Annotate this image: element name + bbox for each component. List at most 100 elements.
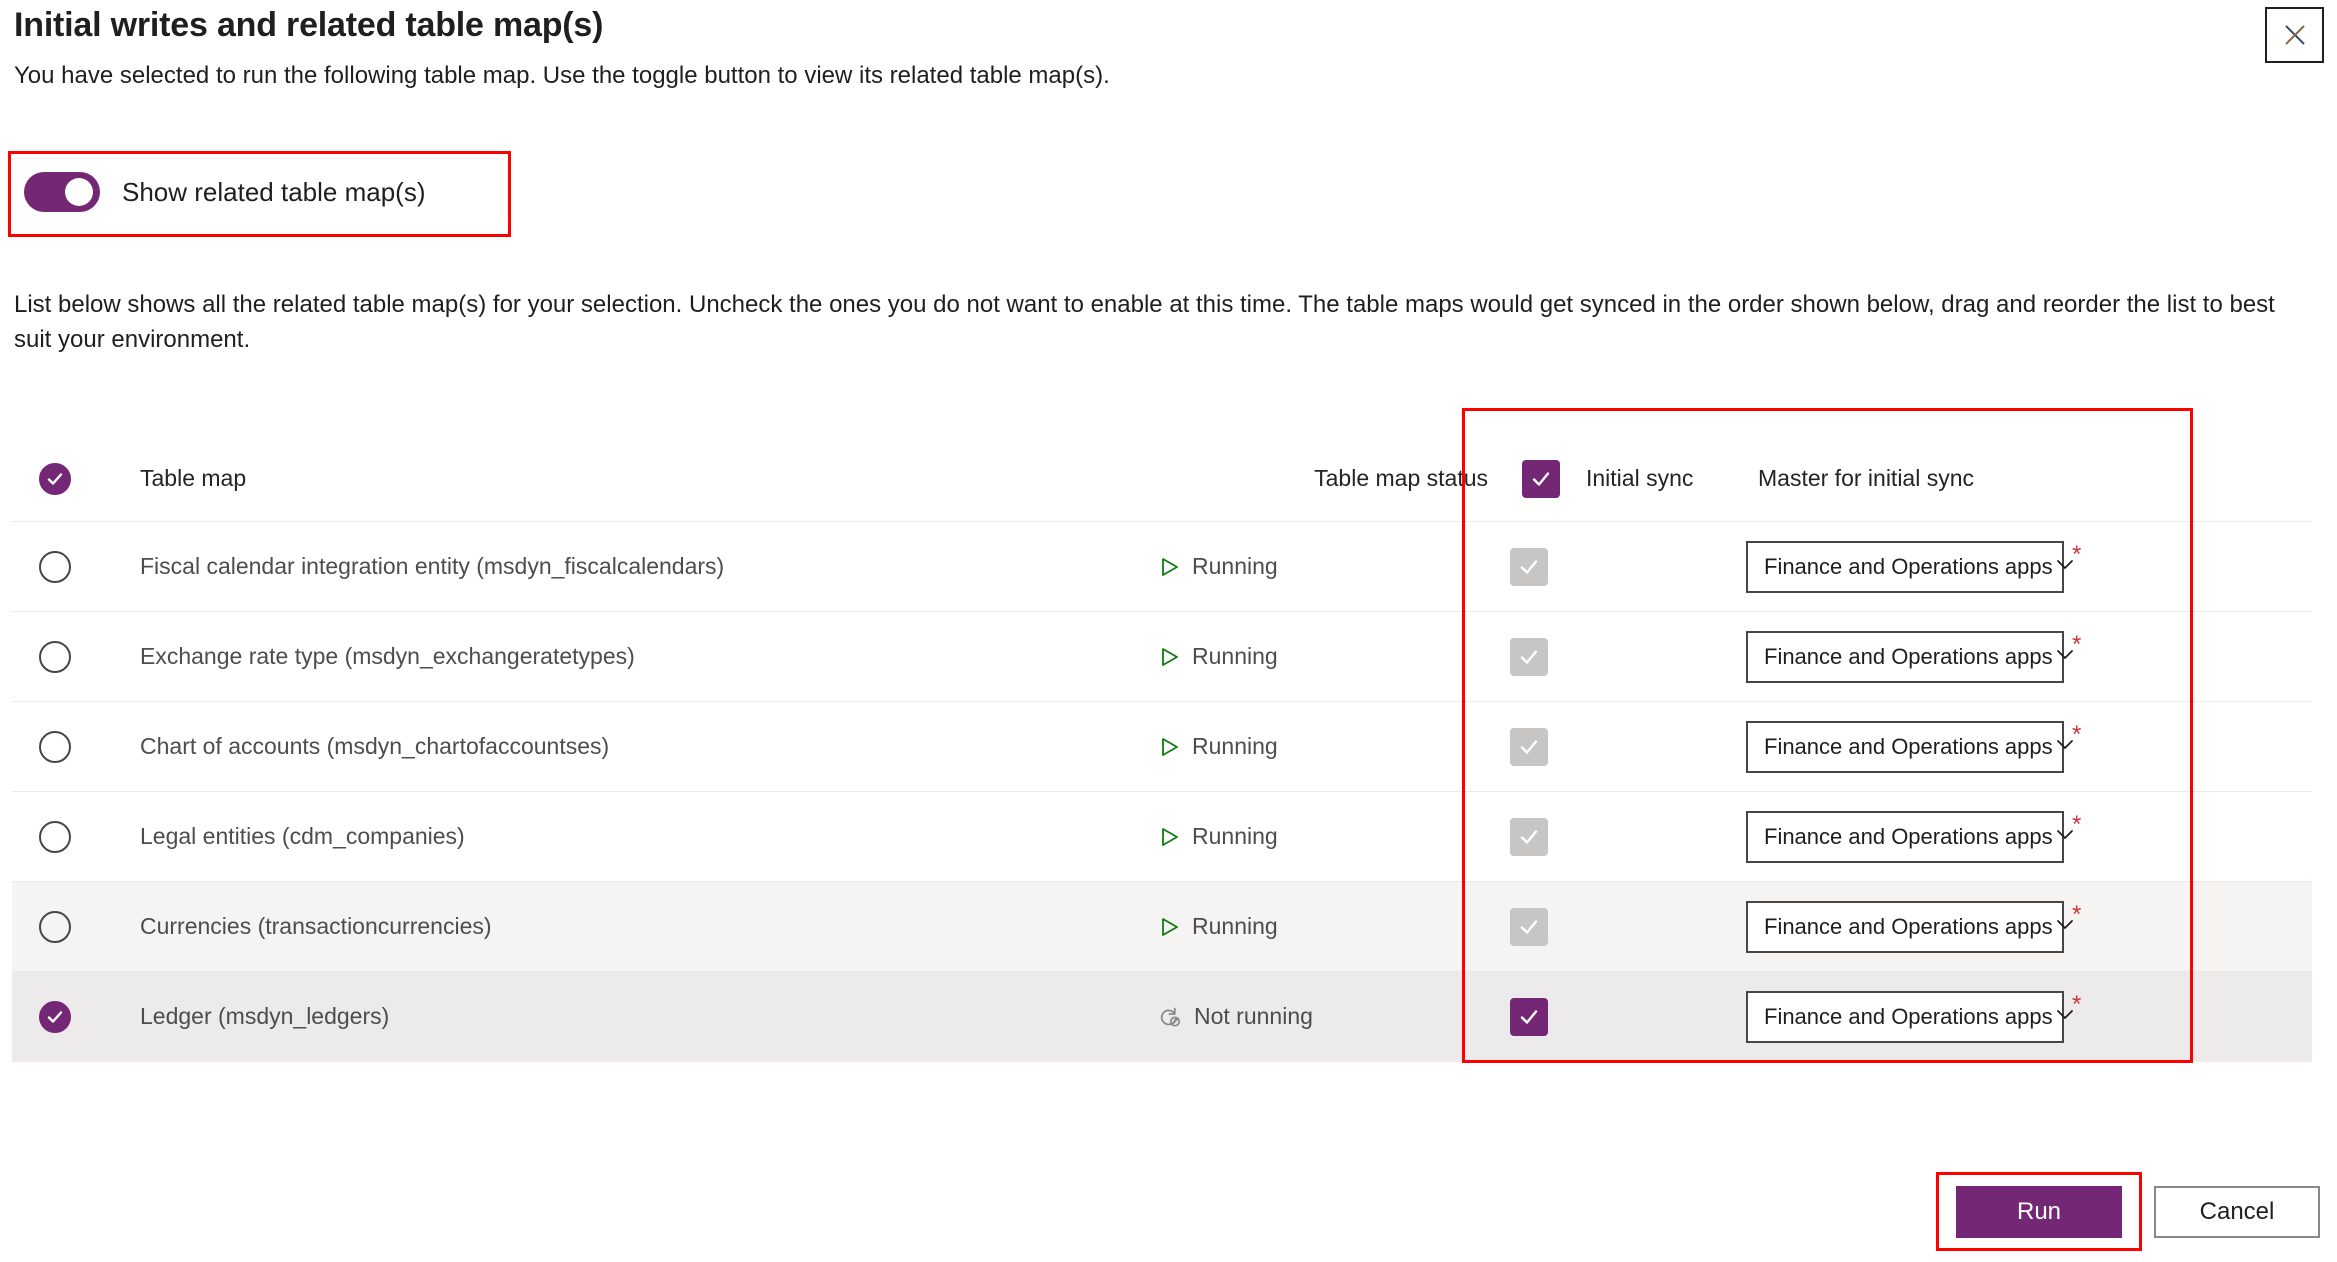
- master-dropdown-value: Finance and Operations apps: [1764, 643, 2053, 669]
- run-button[interactable]: Run: [1956, 1186, 2122, 1238]
- cancel-button[interactable]: Cancel: [2154, 1186, 2320, 1238]
- row-select-cell[interactable]: [12, 550, 98, 583]
- master-for-initial-sync-dropdown[interactable]: Finance and Operations apps: [1746, 720, 2073, 773]
- show-related-table-maps-toggle[interactable]: [24, 172, 100, 212]
- show-related-table-maps-toggle-row[interactable]: Show related table map(s): [24, 172, 425, 212]
- table-map-status-label: Running: [1192, 643, 1278, 669]
- column-header-table-map-status: Table map status: [1314, 465, 1488, 491]
- required-asterisk: *: [2072, 630, 2082, 658]
- master-dropdown-value: Finance and Operations apps: [1764, 733, 2053, 759]
- select-all-cell[interactable]: [12, 462, 98, 495]
- master-dropdown-value: Finance and Operations apps: [1764, 913, 2053, 939]
- play-icon: [1158, 556, 1180, 578]
- column-header-table-map: Table map: [140, 465, 247, 491]
- table-map-name: Ledger (msdyn_ledgers): [140, 1003, 390, 1029]
- table-row[interactable]: Exchange rate type (msdyn_exchangeratety…: [12, 612, 2312, 702]
- master-dropdown-value: Finance and Operations apps: [1764, 823, 2053, 849]
- page-title: Initial writes and related table map(s): [14, 6, 604, 44]
- table-map-status-label: Running: [1192, 553, 1278, 579]
- master-for-initial-sync-cell: Finance and Operations apps *: [1728, 540, 2312, 593]
- initial-sync-cell: [1488, 997, 1728, 1036]
- play-icon: [1158, 826, 1180, 848]
- initial-sync-cell: [1488, 547, 1728, 586]
- close-icon: [2280, 20, 2310, 50]
- table-map-status-label: Not running: [1194, 1003, 1313, 1029]
- required-asterisk: *: [2072, 900, 2082, 928]
- initial-sync-cell: [1488, 727, 1728, 766]
- row-select-cell[interactable]: [12, 910, 98, 943]
- master-for-initial-sync-cell: Finance and Operations apps *: [1728, 900, 2312, 953]
- not-running-icon: [1158, 1005, 1182, 1029]
- close-button[interactable]: [2265, 7, 2324, 63]
- table-map-status-cell: Running: [1158, 733, 1488, 760]
- table-map-name: Legal entities (cdm_companies): [140, 823, 465, 849]
- table-map-name: Chart of accounts (msdyn_chartofaccounts…: [140, 733, 610, 759]
- column-header-master-for-initial-sync: Master for initial sync: [1740, 465, 2312, 492]
- initial-sync-checkbox: [1510, 637, 1548, 676]
- table-row[interactable]: Chart of accounts (msdyn_chartofaccounts…: [12, 702, 2312, 792]
- table-map-status-label: Running: [1192, 733, 1278, 759]
- row-select-cell[interactable]: [12, 730, 98, 763]
- required-asterisk: *: [2072, 990, 2082, 1018]
- initial-sync-checkbox: [1510, 907, 1548, 946]
- row-select-cell[interactable]: [12, 820, 98, 853]
- row-select-checkbox[interactable]: [39, 730, 71, 763]
- required-asterisk: *: [2072, 810, 2082, 838]
- master-for-initial-sync-cell: Finance and Operations apps *: [1728, 810, 2312, 863]
- row-select-checkbox[interactable]: [39, 640, 71, 673]
- instructions-text: List below shows all the related table m…: [14, 291, 2275, 353]
- row-select-checkbox[interactable]: [39, 910, 71, 943]
- table-map-status-cell: Running: [1158, 553, 1488, 580]
- table-map-status-cell: Running: [1158, 913, 1488, 940]
- master-for-initial-sync-cell: Finance and Operations apps *: [1728, 990, 2312, 1043]
- master-dropdown-value: Finance and Operations apps: [1764, 1003, 2053, 1029]
- master-for-initial-sync-dropdown[interactable]: Finance and Operations apps: [1746, 630, 2073, 683]
- initial-sync-cell: [1488, 907, 1728, 946]
- table-map-status-cell: Running: [1158, 823, 1488, 850]
- master-for-initial-sync-cell: Finance and Operations apps *: [1728, 720, 2312, 773]
- column-header-master-label: Master for initial sync: [1758, 465, 1975, 491]
- required-asterisk: *: [2072, 720, 2082, 748]
- play-icon: [1158, 646, 1180, 668]
- column-header-initial-sync-label: Initial sync: [1586, 465, 1694, 491]
- initial-sync-cell: [1488, 817, 1728, 856]
- table-map-status-cell: Not running: [1158, 1003, 1488, 1030]
- initial-sync-cell: [1488, 637, 1728, 676]
- column-header-initial-sync-cell: Initial sync: [1500, 459, 1740, 498]
- table-row[interactable]: Ledger (msdyn_ledgers) Not running Finan…: [12, 972, 2312, 1062]
- row-select-checkbox[interactable]: [39, 820, 71, 853]
- table-row[interactable]: Legal entities (cdm_companies) Running F…: [12, 792, 2312, 882]
- toggle-label: Show related table map(s): [122, 176, 426, 207]
- select-all-checkbox[interactable]: [39, 462, 71, 495]
- initial-sync-checkbox: [1510, 727, 1548, 766]
- dialog-subtitle: You have selected to run the following t…: [14, 62, 1110, 89]
- row-select-cell[interactable]: [12, 1000, 98, 1033]
- table-map-status-label: Running: [1192, 913, 1278, 939]
- master-for-initial-sync-cell: Finance and Operations apps *: [1728, 630, 2312, 683]
- row-select-checkbox[interactable]: [39, 550, 71, 583]
- table-map-name: Fiscal calendar integration entity (msdy…: [140, 553, 725, 579]
- row-select-cell[interactable]: [12, 640, 98, 673]
- play-icon: [1158, 916, 1180, 938]
- master-for-initial-sync-dropdown[interactable]: Finance and Operations apps: [1746, 540, 2073, 593]
- master-for-initial-sync-dropdown[interactable]: Finance and Operations apps: [1746, 990, 2073, 1043]
- table-map-status-cell: Running: [1158, 643, 1488, 670]
- row-select-checkbox[interactable]: [39, 1000, 71, 1033]
- master-for-initial-sync-dropdown[interactable]: Finance and Operations apps: [1746, 900, 2073, 953]
- table-header-row: Table map Table map status Initial sync …: [12, 436, 2312, 522]
- table-map-name: Exchange rate type (msdyn_exchangeratety…: [140, 643, 635, 669]
- initial-sync-checkbox: [1510, 817, 1548, 856]
- initial-sync-checkbox: [1510, 547, 1548, 586]
- initial-sync-checkbox[interactable]: [1510, 997, 1548, 1036]
- table-map-status-label: Running: [1192, 823, 1278, 849]
- master-for-initial-sync-dropdown[interactable]: Finance and Operations apps: [1746, 810, 2073, 863]
- table-maps-table: Table map Table map status Initial sync …: [12, 436, 2312, 1062]
- initial-sync-select-all-checkbox[interactable]: [1522, 459, 1560, 498]
- table-row[interactable]: Currencies (transactioncurrencies) Runni…: [12, 882, 2312, 972]
- required-asterisk: *: [2072, 540, 2082, 568]
- master-dropdown-value: Finance and Operations apps: [1764, 553, 2053, 579]
- toggle-knob: [65, 178, 93, 206]
- play-icon: [1158, 736, 1180, 758]
- table-row[interactable]: Fiscal calendar integration entity (msdy…: [12, 522, 2312, 612]
- table-map-name: Currencies (transactioncurrencies): [140, 913, 492, 939]
